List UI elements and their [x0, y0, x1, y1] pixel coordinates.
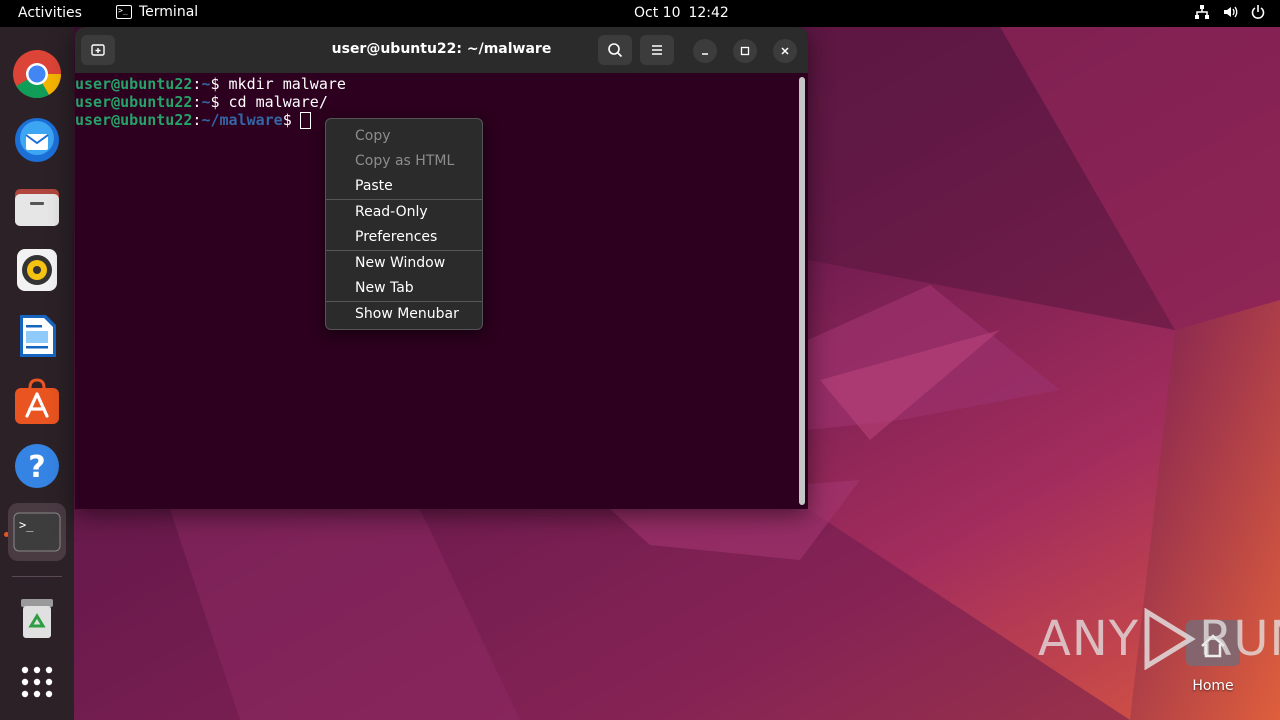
dock-terminal[interactable]: >_ [8, 503, 66, 561]
scrollbar[interactable] [799, 77, 805, 505]
menu-item-copy[interactable]: Copy [326, 124, 482, 148]
dock-app-center[interactable] [8, 372, 66, 430]
app-menu-button[interactable]: >_ Terminal [116, 4, 198, 20]
clock[interactable]: Oct 10 12:42 [634, 5, 729, 21]
system-tray[interactable] [1194, 4, 1266, 20]
close-icon [781, 47, 789, 55]
dock: ? >_ [0, 27, 74, 720]
app-menu-label: Terminal [139, 4, 199, 20]
activities-button[interactable]: Activities [18, 5, 82, 21]
menu-item-copy-as-html[interactable]: Copy as HTML [326, 149, 482, 173]
text-cursor [299, 112, 311, 129]
search-icon [608, 43, 623, 58]
menu-item-show-menubar[interactable]: Show Menubar [326, 302, 482, 326]
terminal-headerbar[interactable]: user@ubuntu22: ~/malware [75, 27, 808, 73]
play-logo-icon [1144, 608, 1196, 670]
dock-separator [12, 576, 62, 577]
menu-item-paste[interactable]: Paste [326, 174, 482, 198]
dock-trash[interactable] [8, 589, 66, 647]
maximize-button[interactable] [733, 39, 757, 63]
dock-thunderbird[interactable] [8, 110, 66, 168]
close-button[interactable] [773, 39, 797, 63]
menu-item-read-only[interactable]: Read-Only [326, 200, 482, 224]
minimize-button[interactable] [693, 39, 717, 63]
terminal-small-icon: >_ [116, 5, 132, 19]
hamburger-icon [652, 45, 662, 55]
dock-files[interactable] [8, 176, 66, 234]
top-bar: Activities >_ Terminal Oct 10 12:42 [0, 0, 1280, 27]
dock-chrome[interactable] [8, 45, 66, 103]
dock-show-apps[interactable] [8, 653, 66, 711]
svg-text:>_: >_ [19, 518, 34, 532]
trash-icon [21, 599, 53, 638]
rhythmbox-icon [17, 249, 57, 291]
menu-item-new-window[interactable]: New Window [326, 251, 482, 275]
minimize-icon [702, 53, 708, 55]
watermark-text-right: RUN [1199, 611, 1280, 667]
chrome-icon [13, 50, 62, 99]
anyrun-watermark: ANY RUN [1038, 608, 1280, 670]
dock-help[interactable]: ? [8, 437, 66, 495]
dock-rhythmbox[interactable] [8, 241, 66, 299]
thunderbird-icon [15, 118, 59, 162]
network-icon [1194, 4, 1210, 20]
terminal-line: user@ubuntu22:~$ cd malware/ [75, 93, 328, 111]
libreoffice-writer-icon [20, 315, 56, 357]
dock-writer[interactable] [8, 307, 66, 365]
maximize-icon [740, 46, 750, 56]
home-folder-label: Home [1192, 678, 1234, 694]
svg-text:?: ? [28, 450, 45, 485]
power-icon [1250, 4, 1266, 20]
terminal-line: user@ubuntu22:~$ mkdir malware [75, 75, 346, 93]
app-center-icon [15, 378, 59, 424]
help-icon: ? [15, 444, 59, 488]
grid-icon [21, 666, 53, 698]
menu-item-preferences[interactable]: Preferences [326, 225, 482, 249]
terminal-icon: >_ [13, 512, 61, 552]
clock-date: Oct 10 [634, 5, 681, 21]
watermark-text-left: ANY [1038, 611, 1140, 667]
clock-time: 12:42 [688, 5, 729, 21]
search-button[interactable] [598, 35, 632, 65]
menu-button[interactable] [640, 35, 674, 65]
files-icon [15, 189, 59, 226]
volume-icon [1222, 4, 1238, 20]
context-menu: Copy Copy as HTML Paste Read-Only Prefer… [325, 118, 483, 330]
menu-item-new-tab[interactable]: New Tab [326, 276, 482, 300]
